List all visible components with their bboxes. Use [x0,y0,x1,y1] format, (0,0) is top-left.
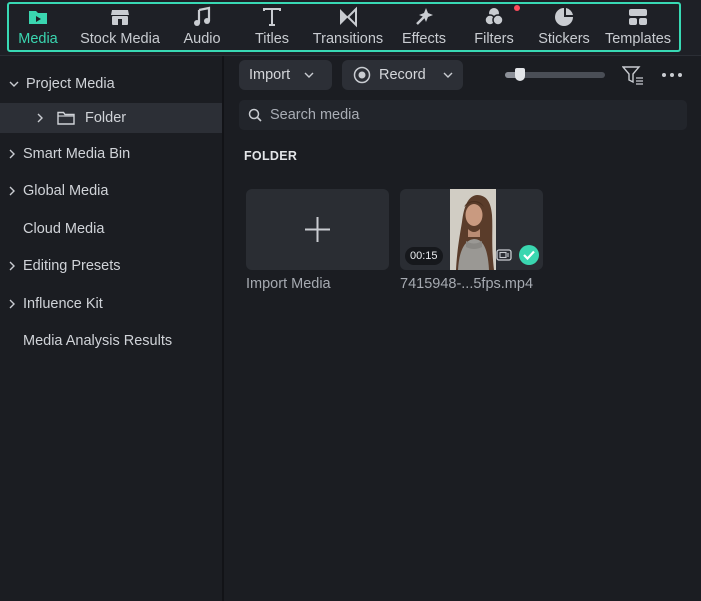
tab-audio[interactable]: Audio [180,4,224,48]
tab-label: Audio [183,31,221,47]
search-bar [239,100,687,130]
sidebar-item-influence-kit[interactable]: Influence Kit [0,289,222,319]
record-button[interactable]: Record [342,60,463,90]
sidebar-item-label: Project Media [26,76,115,92]
record-label: Record [379,67,426,83]
tab-stock-media[interactable]: Stock Media [77,4,163,48]
transitions-icon [340,6,357,28]
sidebar-item-label: Global Media [23,183,109,199]
clip-proxy-icon [496,249,512,261]
sidebar-item-label: Influence Kit [23,296,103,312]
zoom-slider[interactable] [505,68,605,81]
tab-transitions[interactable]: Transitions [312,4,384,48]
folder-icon [57,111,75,125]
sidebar-item-global-media[interactable]: Global Media [0,176,222,206]
sidebar-item-cloud-media[interactable]: Cloud Media [0,214,222,244]
tab-media[interactable]: Media [14,4,62,48]
search-icon [248,108,262,122]
media-clip-card[interactable]: 00:15 [400,189,543,270]
chevron-down-icon [9,81,19,87]
import-media-card[interactable] [246,189,389,270]
stickers-icon [555,8,573,26]
plus-icon [305,217,330,242]
media-icon [29,11,47,24]
sidebar-item-label: Media Analysis Results [23,333,173,349]
top-toolbar: Media Stock Media Audio Titles Transitio… [0,0,701,56]
sidebar-item-label: Editing Presets [23,258,121,274]
record-icon [353,66,371,84]
import-button[interactable]: Import [239,60,332,90]
tab-label: Templates [604,31,672,47]
import-label: Import [249,67,291,83]
sidebar-item-project-media[interactable]: Project Media [0,69,222,99]
tab-label: Titles [254,31,290,47]
clip-duration: 00:15 [405,247,443,265]
media-panel: Import Record FOLDER [224,56,701,601]
more-options-icon[interactable] [661,72,683,78]
section-title: FOLDER [244,149,298,163]
tab-label: Media [18,31,58,47]
checkmark-icon [519,245,539,265]
tab-label: Stickers [538,31,590,47]
chevron-right-icon [9,149,15,159]
search-input[interactable] [268,106,672,124]
tab-filters[interactable]: Filters [472,4,516,48]
chevron-right-icon [9,299,15,309]
sidebar-item-folder[interactable]: Folder [0,103,222,133]
effects-icon [416,8,433,25]
chevron-down-icon[interactable] [443,70,453,80]
tab-titles[interactable]: Titles [250,4,294,48]
tab-label: Transitions [312,31,384,47]
tab-label: Filters [474,31,514,47]
tab-label: Stock Media [80,31,160,47]
stock-media-icon [111,10,129,25]
import-media-label: Import Media [246,276,331,292]
sidebar: Project Media Folder Smart Media Bin Glo… [0,56,224,601]
sidebar-item-label: Cloud Media [23,221,105,237]
clip-filename: 7415948-...5fps.mp4 [400,276,534,292]
sidebar-item-media-analysis-results[interactable]: Media Analysis Results [0,326,222,356]
chevron-right-icon [9,186,15,196]
templates-icon [629,9,647,25]
music-note-icon [194,6,211,26]
sidebar-item-smart-media-bin[interactable]: Smart Media Bin [0,139,222,169]
tab-stickers[interactable]: Stickers [538,4,590,48]
tab-templates[interactable]: Templates [604,4,672,48]
text-icon [263,8,281,26]
sidebar-item-label: Folder [85,110,127,126]
sidebar-item-label: Smart Media Bin [23,146,131,162]
filter-sort-icon[interactable] [622,66,644,86]
filters-notification-dot [514,5,520,11]
sidebar-item-editing-presets[interactable]: Editing Presets [0,251,222,281]
tab-effects[interactable]: Effects [400,4,448,48]
filters-icon [484,8,504,26]
zoom-slider-handle[interactable] [515,68,525,81]
chevron-right-icon [37,113,43,123]
clip-thumbnail [450,189,496,270]
chevron-right-icon [9,261,15,271]
tab-label: Effects [401,31,447,47]
chevron-down-icon[interactable] [304,70,314,80]
